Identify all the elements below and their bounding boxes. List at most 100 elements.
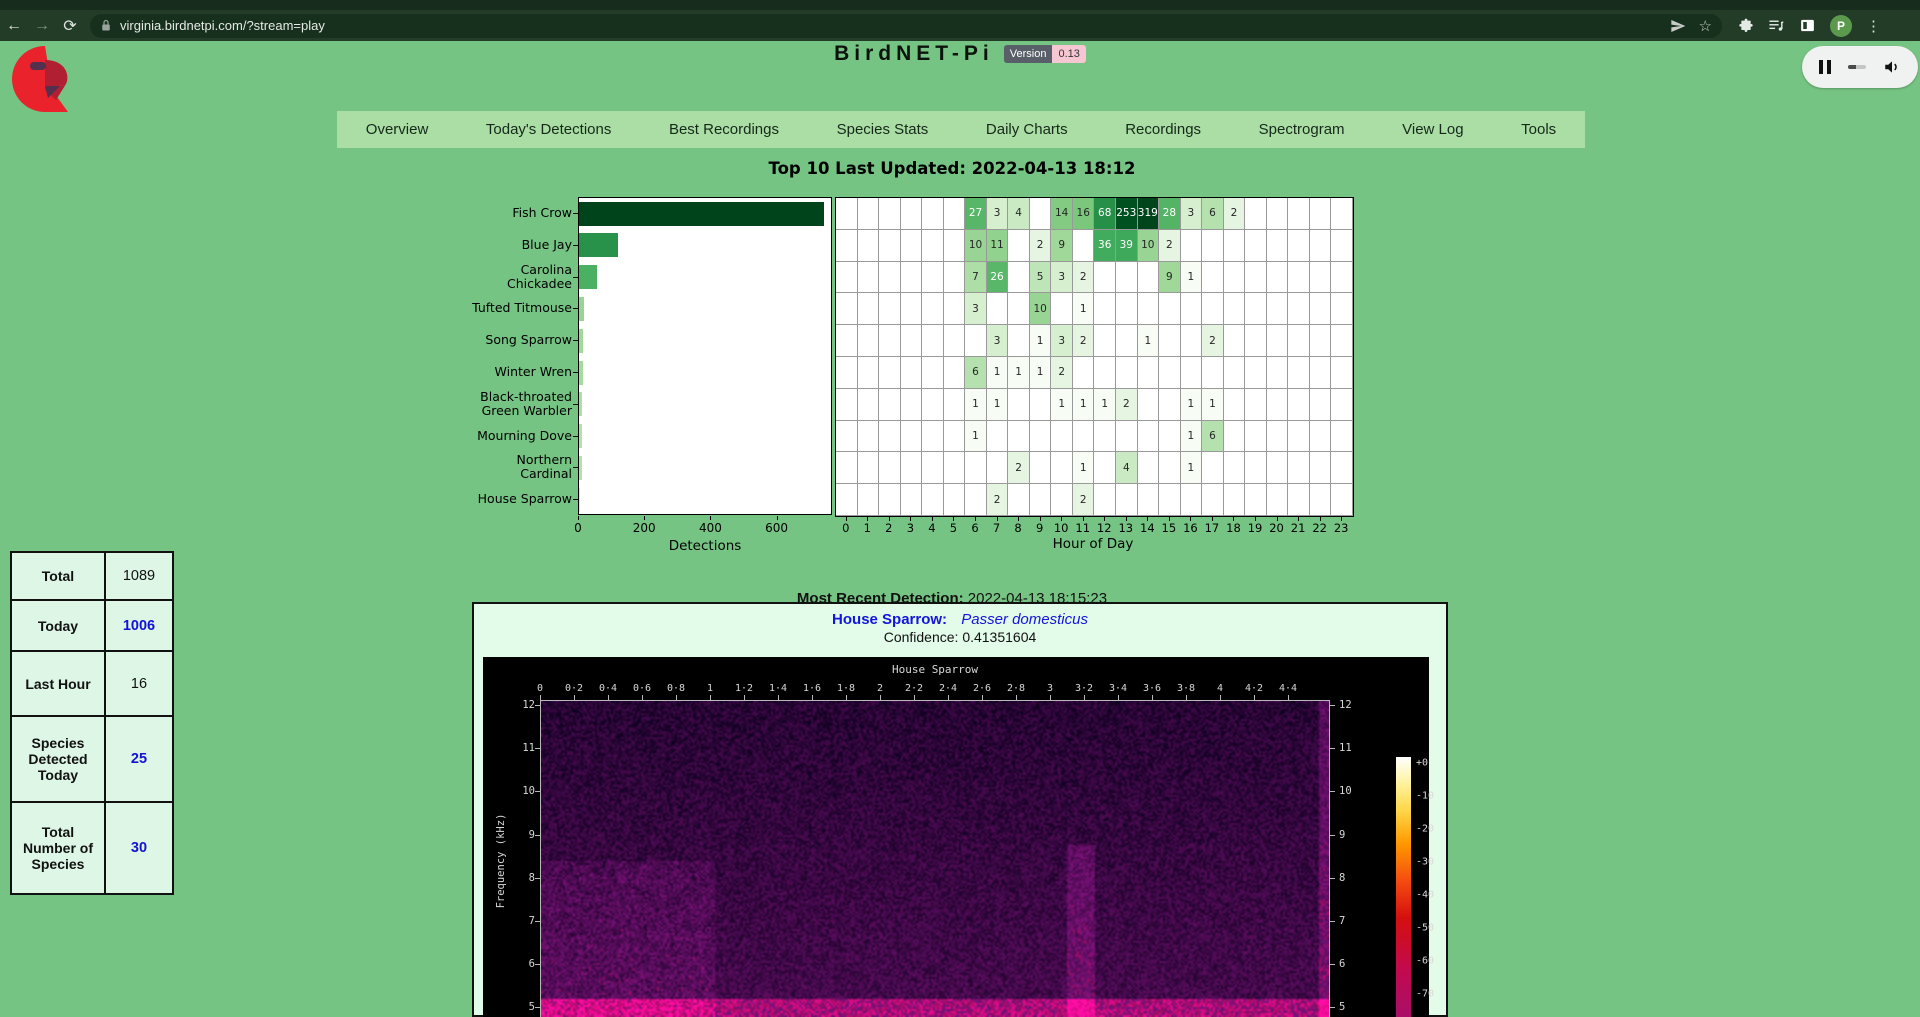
heatmap-cell: 2 xyxy=(1224,198,1246,230)
nav-item-recordings[interactable]: Recordings xyxy=(1125,121,1201,138)
stats-value-species-detected-today[interactable]: 25 xyxy=(106,717,172,801)
heatmap-cell xyxy=(1245,421,1267,453)
spec-xtick-mark xyxy=(778,695,779,700)
address-bar[interactable]: virginia.birdnetpi.com/?stream=play ☆ xyxy=(90,14,1722,38)
side-panel-icon[interactable] xyxy=(1799,17,1816,34)
spec-ytick-mark xyxy=(535,835,540,836)
heatmap-cell xyxy=(1267,262,1289,294)
bar-tick-label: 0 xyxy=(574,521,582,535)
heatmap-cell xyxy=(1245,230,1267,262)
back-icon[interactable]: ← xyxy=(0,17,28,35)
nav-item-today-s-detections[interactable]: Today's Detections xyxy=(486,121,611,138)
detections-bar-chart xyxy=(578,197,832,515)
heatmap-cell: 1 xyxy=(965,389,987,421)
heatmap-cell xyxy=(1267,325,1289,357)
heatmap-cell xyxy=(922,421,944,453)
bar-tick-label: 200 xyxy=(633,521,656,535)
refresh-icon[interactable]: ⟳ xyxy=(56,16,84,36)
nav-item-daily-charts[interactable]: Daily Charts xyxy=(986,121,1068,138)
heatmap-cell xyxy=(1331,198,1353,230)
heatmap-cell xyxy=(836,484,858,516)
nav-item-best-recordings[interactable]: Best Recordings xyxy=(669,121,779,138)
heatmap-cell xyxy=(1159,325,1181,357)
media-controls-icon[interactable] xyxy=(1768,17,1785,34)
heatmap-cell xyxy=(879,452,901,484)
bar-tick-label: 600 xyxy=(765,521,788,535)
stats-row-total-number-of-species: Total Number of Species30 xyxy=(12,803,172,893)
spec-xtick-mark xyxy=(1016,695,1017,700)
heatmap-cell: 2 xyxy=(1073,325,1095,357)
heatmap-cell xyxy=(901,421,923,453)
heatmap-cell xyxy=(1094,421,1116,453)
spec-ytick-label-right: 8 xyxy=(1339,872,1345,884)
heatmap-cell: 5 xyxy=(1030,262,1052,294)
spec-xtick-mark xyxy=(1254,695,1255,700)
heatmap-cell: 4 xyxy=(1008,198,1030,230)
spec-ytick-mark xyxy=(1330,921,1335,922)
profile-avatar[interactable]: P xyxy=(1830,15,1852,37)
spec-ytick-mark xyxy=(535,705,540,706)
heatmap-cell xyxy=(1331,484,1353,516)
heatmap-cell xyxy=(1310,262,1332,294)
heatmap-cell xyxy=(1094,262,1116,294)
heatmap-cell xyxy=(922,262,944,294)
heatmap-cell: 3 xyxy=(987,198,1009,230)
hour-tick-label: 11 xyxy=(1075,521,1090,535)
nav-item-species-stats[interactable]: Species Stats xyxy=(837,121,929,138)
spec-xtick-mark xyxy=(642,695,643,700)
heatmap-cell: 1 xyxy=(1181,262,1203,294)
heatmap-cell xyxy=(1051,452,1073,484)
stats-value-today[interactable]: 1006 xyxy=(106,601,172,650)
heatmap-cell xyxy=(1008,293,1030,325)
species-label-blue-jay: Blue Jay xyxy=(412,229,572,261)
bar-tick-mark xyxy=(578,516,579,520)
heatmap-cell xyxy=(1008,484,1030,516)
heatmap-cell xyxy=(1224,262,1246,294)
heatmap-cell xyxy=(944,421,966,453)
spec-xtick-label: 4·4 xyxy=(1279,683,1297,694)
bookmark-star-icon[interactable]: ☆ xyxy=(1699,17,1712,35)
heatmap-cell xyxy=(944,357,966,389)
heatmap-cell: 2 xyxy=(1116,389,1138,421)
spec-ytick-label-left: 6 xyxy=(495,958,535,970)
heatmap-cell xyxy=(1224,484,1246,516)
heatmap-cell xyxy=(1138,262,1160,294)
extensions-icon[interactable] xyxy=(1738,18,1754,34)
heatmap-cell xyxy=(879,325,901,357)
spec-xtick-label: 2·6 xyxy=(973,683,991,694)
stats-row-species-detected-today: Species Detected Today25 xyxy=(12,717,172,803)
heatmap-cell: 2 xyxy=(1073,262,1095,294)
heatmap-cell: 1 xyxy=(987,389,1009,421)
heatmap-cell xyxy=(944,230,966,262)
colorbar-tick-label: -50 xyxy=(1416,923,1434,934)
heatmap-cell xyxy=(1267,484,1289,516)
spec-xtick-label: 3 xyxy=(1047,683,1053,694)
browser-menu-icon[interactable]: ⋮ xyxy=(1866,17,1881,35)
spec-ytick-mark xyxy=(535,878,540,879)
heatmap-cell xyxy=(1202,293,1224,325)
nav-item-spectrogram[interactable]: Spectrogram xyxy=(1259,121,1345,138)
spec-xtick-label: 3·4 xyxy=(1109,683,1127,694)
spec-ytick-label-right: 12 xyxy=(1339,699,1352,711)
heatmap-cell xyxy=(1288,357,1310,389)
send-icon[interactable] xyxy=(1670,18,1686,34)
species-label-house-sparrow: House Sparrow xyxy=(412,483,572,515)
heatmap-cell xyxy=(965,452,987,484)
nav-item-overview[interactable]: Overview xyxy=(366,121,429,138)
url-text[interactable]: virginia.birdnetpi.com/?stream=play xyxy=(120,18,325,33)
heatmap-cell xyxy=(1202,452,1224,484)
heatmap-cell xyxy=(836,389,858,421)
bar-tick-mark xyxy=(710,516,711,520)
heatmap-cell: 26 xyxy=(987,262,1009,294)
bar-axis-label: Detections xyxy=(669,538,742,554)
nav-item-tools[interactable]: Tools xyxy=(1521,121,1556,138)
heatmap-cell xyxy=(922,389,944,421)
stats-label-last-hour: Last Hour xyxy=(12,652,106,715)
forward-icon[interactable]: → xyxy=(28,17,56,35)
hour-tick-label: 17 xyxy=(1205,521,1220,535)
species-name-link[interactable]: House Sparrow: xyxy=(832,611,947,628)
spec-ytick-label-left: 12 xyxy=(495,699,535,711)
stats-value-total-number-of-species[interactable]: 30 xyxy=(106,803,172,893)
heatmap-cell xyxy=(901,198,923,230)
nav-item-view-log[interactable]: View Log xyxy=(1402,121,1463,138)
